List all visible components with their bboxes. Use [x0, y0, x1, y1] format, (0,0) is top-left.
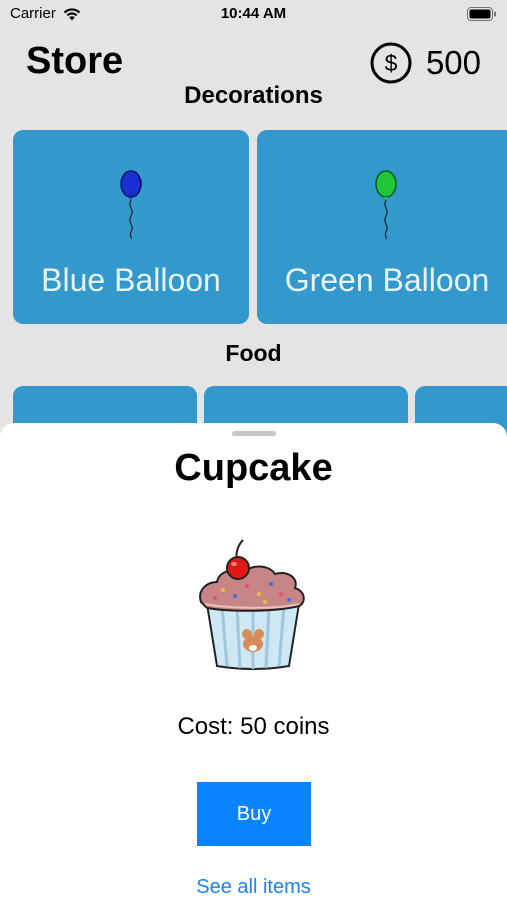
page-title: Store [26, 40, 124, 82]
buy-button[interactable]: Buy [197, 782, 311, 846]
item-cost: Cost: 50 coins [177, 713, 330, 740]
sheet-grabber[interactable] [232, 431, 276, 436]
store-item-blue-balloon[interactable]: Blue Balloon [13, 130, 249, 324]
coin-count: 500 [425, 44, 481, 81]
section-heading-food: Food [225, 340, 282, 366]
item-label: Green Balloon [284, 262, 490, 298]
store-screen: Carrier 10:44 AM Store $ 500 Decorations [0, 0, 507, 900]
coin-balance: $ 500 [370, 42, 481, 84]
dollar-coin-icon: $ [370, 42, 412, 84]
status-time: 10:44 AM [220, 5, 287, 22]
section-heading-decorations: Decorations [184, 82, 323, 109]
cupcake-icon [199, 539, 305, 670]
store-item-green-balloon[interactable]: Green Balloon [257, 130, 507, 324]
sheet-title: Cupcake [174, 447, 333, 489]
status-bar: Carrier 10:44 AM [0, 0, 507, 28]
coin-symbol: $ [385, 50, 398, 76]
item-label: Blue Balloon [41, 262, 221, 298]
see-all-items-link[interactable]: See all items [0, 876, 507, 899]
item-detail-sheet: Cupcake Cost: 50 coins Buy See all items [0, 423, 507, 900]
battery-icon [467, 7, 496, 21]
green-balloon-icon [375, 170, 397, 240]
blue-balloon-icon [120, 170, 142, 240]
